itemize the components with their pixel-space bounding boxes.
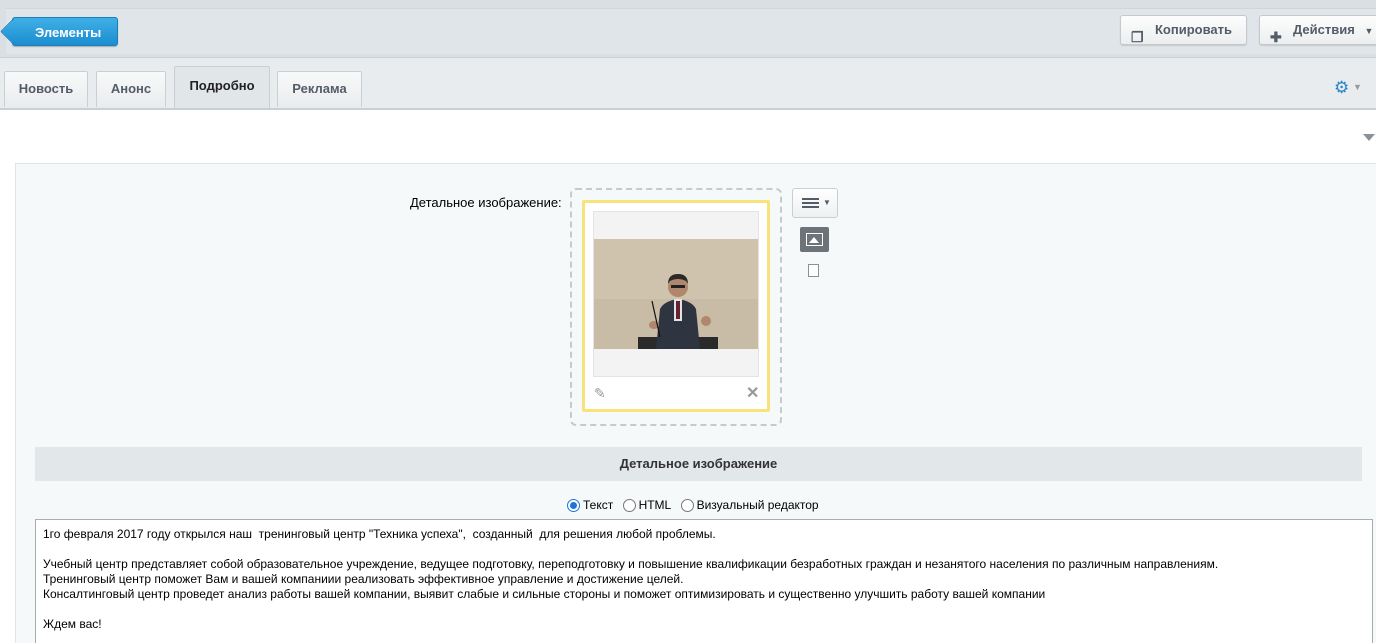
detail-text-area[interactable]: 1го февраля 2017 году открылся наш трени… xyxy=(35,519,1373,643)
file-view-icon[interactable] xyxy=(808,264,819,277)
image-view-icon[interactable] xyxy=(800,227,829,252)
radio-text-label: Текст xyxy=(583,498,614,513)
actions-label: Действия xyxy=(1293,22,1355,37)
tab-announce[interactable]: Анонс xyxy=(96,71,166,107)
detail-image-label: Детальное изображение: xyxy=(410,195,562,210)
elements-back-button[interactable]: Элементы xyxy=(12,17,118,46)
image-menu-button[interactable]: ▼ xyxy=(792,188,838,218)
plus-icon: ✚ xyxy=(1270,29,1282,45)
radio-html-label: HTML xyxy=(638,498,672,513)
tab-announce-label: Анонс xyxy=(110,81,152,96)
copy-label: Копировать xyxy=(1155,22,1233,37)
radio-button[interactable] xyxy=(622,498,636,512)
tab-bar: Новость Анонс Подробно Реклама xyxy=(0,58,1376,108)
copy-icon: ❐ xyxy=(1131,29,1144,45)
tab-advertising-label: Реклама xyxy=(292,81,347,96)
tab-news[interactable]: Новость xyxy=(4,71,88,107)
radio-html[interactable]: HTML xyxy=(622,497,672,513)
pencil-edit-icon[interactable]: ✎ xyxy=(594,385,606,402)
right-hand xyxy=(701,316,711,326)
radio-text[interactable]: Текст xyxy=(567,497,613,512)
radio-button-checked[interactable] xyxy=(567,498,580,512)
speaker-photo[interactable] xyxy=(594,239,758,349)
radio-visual-editor-label: Визуальный редактор xyxy=(696,498,819,513)
tab-details-label: Подробно xyxy=(189,78,255,93)
tab-details[interactable]: Подробно xyxy=(174,66,270,108)
chevron-down-icon[interactable]: ▼ xyxy=(1353,82,1362,92)
chevron-down-icon: ▼ xyxy=(823,198,831,207)
close-icon[interactable]: ✕ xyxy=(746,383,759,403)
editor-mode-radio-group: Текст HTML Визуальный редактор xyxy=(567,497,825,512)
radio-visual-editor[interactable]: Визуальный редактор xyxy=(680,497,819,513)
section-header: Детальное изображение xyxy=(35,447,1362,481)
hamburger-icon xyxy=(802,198,819,208)
radio-button[interactable] xyxy=(680,498,694,512)
speaker-tie xyxy=(676,301,680,319)
collapse-triangle-icon[interactable] xyxy=(1363,134,1375,141)
actions-button[interactable]: ✚ Действия ▼ xyxy=(1259,15,1376,45)
copy-button[interactable]: ❐ Копировать xyxy=(1120,15,1247,45)
gear-icon[interactable]: ⚙ xyxy=(1334,78,1349,98)
section-title: Детальное изображение xyxy=(619,456,778,471)
speaker-glasses xyxy=(671,285,685,288)
chevron-down-icon: ▼ xyxy=(1364,26,1374,36)
elements-label: Элементы xyxy=(35,25,102,40)
tab-news-label: Новость xyxy=(18,81,74,96)
tab-advertising[interactable]: Реклама xyxy=(277,71,362,107)
